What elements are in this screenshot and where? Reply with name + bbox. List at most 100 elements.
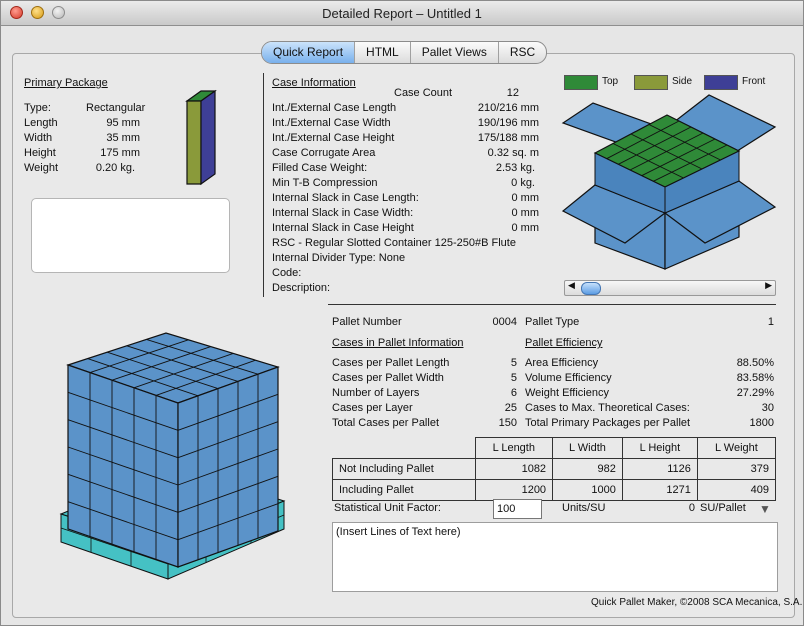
package-type-label: Type: (24, 102, 51, 114)
tab-html[interactable]: HTML (355, 42, 411, 63)
table-cell: 379 (696, 457, 777, 480)
case-row-label: Internal Slack in Case Width: (272, 207, 414, 219)
column-divider (263, 73, 264, 297)
scrollbar-thumb[interactable] (581, 282, 601, 295)
case-row-label: Int./External Case Height (272, 132, 395, 144)
package-height-value: 175 mm (100, 147, 140, 159)
units-su-label: Units/SU (562, 502, 606, 514)
primary-package-heading: Primary Package (24, 77, 108, 89)
pallet-3d-view (59, 332, 286, 580)
table-header-row: L Length L Width L Height L Weight (333, 437, 777, 459)
efficiency-row-value: 1800 (749, 417, 774, 429)
case-3d-view (561, 94, 777, 270)
cases-row-label: Cases per Pallet Width (332, 372, 444, 384)
cases-row-value: 6 (510, 387, 517, 399)
pallet-type-value: 1 (767, 316, 774, 328)
case-count-value: 12 (506, 87, 519, 99)
scroll-left-arrow-icon[interactable]: ◀ (568, 280, 575, 291)
efficiency-row-label: Volume Efficiency (525, 372, 612, 384)
package-length-value: 95 mm (106, 117, 140, 129)
package-preview-box (31, 198, 230, 273)
report-tabs: Quick Report HTML Pallet Views RSC (261, 41, 548, 64)
case-row-value: 175/188 mm (477, 132, 539, 144)
package-weight-value: 0.20 kg. (95, 162, 135, 174)
package-side-face (186, 100, 202, 185)
section-divider (328, 304, 776, 305)
tab-pallet-views[interactable]: Pallet Views (411, 42, 499, 63)
case-info-heading: Case Information (272, 77, 356, 89)
column-header: L Weight (696, 437, 777, 459)
table-row: Not Including Pallet 1082 982 1126 379 (332, 457, 777, 480)
cases-row-label: Cases per Layer (332, 402, 413, 414)
case-row-label: Internal Slack in Case Height (272, 222, 414, 234)
efficiency-row-value: 30 (761, 402, 774, 414)
case-row-label: Filled Case Weight: (272, 162, 368, 174)
package-width-label: Width (24, 132, 53, 144)
case-row-value: 190/196 mm (477, 117, 539, 129)
case-row-label: Int./External Case Width (272, 117, 391, 129)
cases-row-value: 25 (504, 402, 517, 414)
column-header: L Height (621, 437, 698, 459)
primary-package-3d-view (185, 89, 217, 186)
divider-type-line: Internal Divider Type: None (272, 252, 406, 264)
case-row-label: Min T-B Compression (272, 177, 378, 189)
report-window: Detailed Report – Untitled 1 Quick Repor… (0, 0, 804, 626)
table-cell: 982 (552, 457, 623, 480)
pallet-type-label: Pallet Type (525, 316, 580, 328)
case-row-label: Case Corrugate Area (272, 147, 376, 159)
column-header: L Width (552, 437, 623, 459)
legend-side-label: Side (672, 76, 693, 87)
su-pallet-value: 0 (688, 502, 695, 514)
code-label: Code: (272, 267, 302, 279)
package-length-label: Length (24, 117, 58, 129)
case-row-value: 0.32 sq. m (487, 147, 539, 159)
case-row-value: 0 mm (511, 192, 540, 204)
legend-front-swatch (704, 75, 738, 90)
package-front-face (200, 89, 216, 186)
efficiency-row-label: Total Primary Packages per Pallet (525, 417, 691, 429)
copyright-footer: Quick Pallet Maker, ©2008 SCA Mecanica, … (591, 597, 803, 608)
package-weight-label: Weight (24, 162, 59, 174)
legend-front-label: Front (742, 76, 766, 87)
case-row-value: 0 mm (511, 207, 540, 219)
efficiency-row-label: Area Efficiency (525, 357, 599, 369)
tab-rsc[interactable]: RSC (499, 42, 546, 63)
tab-quick-report[interactable]: Quick Report (262, 42, 356, 63)
efficiency-row-label: Cases to Max. Theoretical Cases: (525, 402, 690, 414)
title-bar: Detailed Report – Untitled 1 (1, 1, 803, 26)
column-header: L Length (474, 437, 554, 459)
legend-top-swatch (564, 75, 598, 90)
pallet-efficiency-heading: Pallet Efficiency (525, 337, 603, 349)
cases-row-value: 150 (498, 417, 517, 429)
rsc-type-line: RSC - Regular Slotted Container 125-250#… (272, 237, 516, 249)
cases-row-label: Cases per Pallet Length (332, 357, 450, 369)
package-height-label: Height (24, 147, 56, 159)
description-label: Description: (272, 282, 331, 294)
table-cell: 1126 (621, 457, 698, 480)
efficiency-row-value: 27.29% (736, 387, 774, 399)
row-label: Including Pallet (332, 478, 476, 501)
table-cell: 1271 (621, 478, 698, 501)
table-cell: 1082 (474, 457, 554, 480)
pallet-number-value: 0004 (492, 316, 517, 328)
case-row-value: 0 kg. (511, 177, 535, 189)
case-row-value: 210/216 mm (477, 102, 539, 114)
case-count-label: Case Count (394, 87, 453, 99)
dropdown-arrow-icon[interactable]: ▼ (759, 502, 771, 516)
cases-row-value: 5 (510, 357, 517, 369)
efficiency-row-label: Weight Efficiency (525, 387, 609, 399)
stat-unit-label: Statistical Unit Factor: (334, 502, 441, 514)
table-cell: 1200 (474, 478, 554, 501)
notes-textarea[interactable]: (Insert Lines of Text here) (332, 522, 778, 592)
table-cell: 409 (696, 478, 777, 501)
table-row: Including Pallet 1200 1000 1271 409 (332, 478, 777, 501)
legend-side-swatch (634, 75, 668, 90)
case-row-label: Internal Slack in Case Length: (272, 192, 419, 204)
cases-in-pallet-heading: Cases in Pallet Information (332, 337, 464, 349)
scroll-right-arrow-icon[interactable]: ▶ (765, 280, 772, 291)
rotation-scrollbar[interactable]: ◀ ▶ (564, 280, 776, 296)
legend-top-label: Top (602, 76, 619, 87)
stat-unit-input[interactable]: 100 (493, 499, 542, 519)
window-title: Detailed Report – Untitled 1 (322, 6, 482, 21)
efficiency-row-value: 88.50% (736, 357, 774, 369)
